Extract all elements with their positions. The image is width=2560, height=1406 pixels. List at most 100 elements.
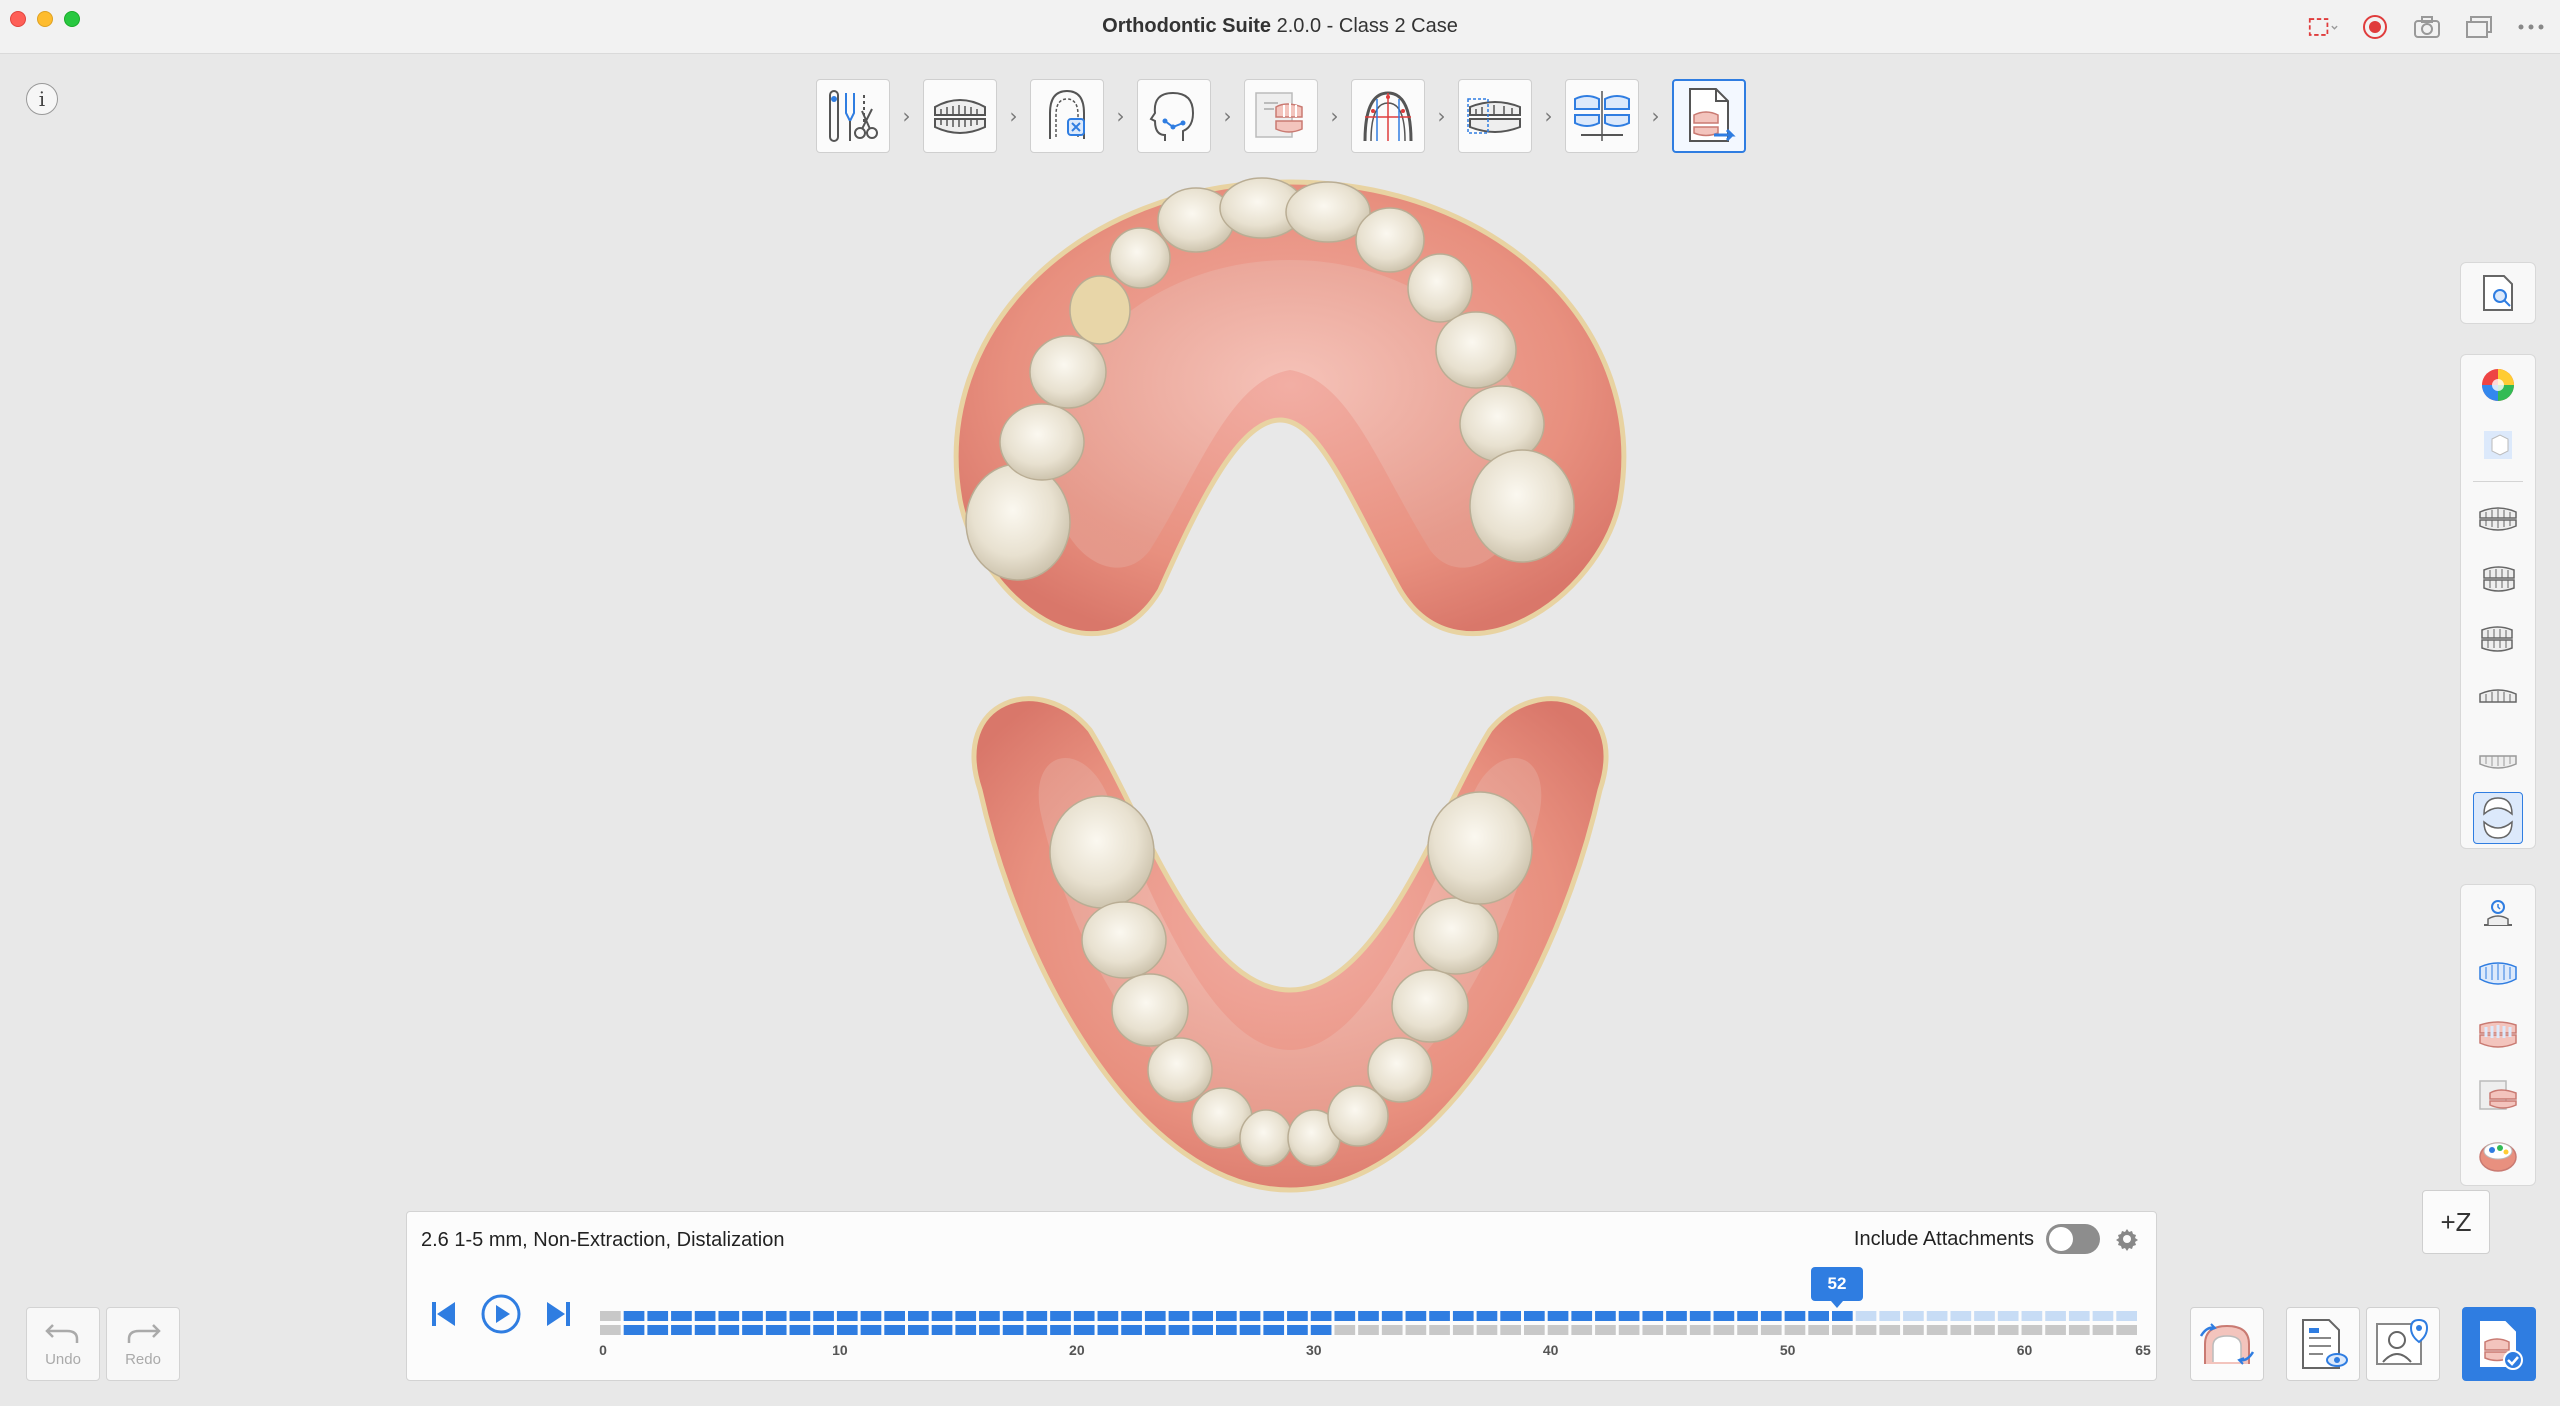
upper-stage-segment[interactable] (2045, 1311, 2066, 1321)
upper-stage-segment[interactable] (1358, 1311, 1379, 1321)
upper-stage-segment[interactable] (955, 1311, 977, 1321)
cube-view-button[interactable] (2473, 419, 2523, 471)
upper-stage-segment[interactable] (1997, 1311, 2019, 1321)
upper-stage-segment[interactable] (1879, 1311, 1901, 1321)
upper-stage-segment[interactable] (1713, 1311, 1735, 1321)
upper-stage-segment[interactable] (1144, 1311, 1166, 1321)
lower-stage-segment[interactable] (1642, 1325, 1664, 1335)
lower-stage-segment[interactable] (1524, 1325, 1545, 1335)
lower-stage-segment[interactable] (1784, 1325, 1806, 1335)
step-tooth-extraction[interactable] (1030, 79, 1104, 153)
lower-stage-segment[interactable] (1760, 1325, 1782, 1335)
lower-stage-segment[interactable] (2021, 1325, 2043, 1335)
upper-stage-segment[interactable] (1642, 1311, 1664, 1321)
upper-stage-segment[interactable] (1216, 1311, 1237, 1321)
step-comparison[interactable] (1565, 79, 1639, 153)
lower-stage-segment[interactable] (860, 1325, 882, 1335)
lower-stage-segment[interactable] (1500, 1325, 1521, 1335)
lower-stage-segment[interactable] (1026, 1325, 1048, 1335)
document-search-button[interactable] (2473, 267, 2523, 319)
lower-stage-segment[interactable] (718, 1325, 740, 1335)
upper-arch-button[interactable] (2473, 949, 2523, 1001)
upper-stage-segment[interactable] (860, 1311, 882, 1321)
current-stage-indicator[interactable]: 52 (1811, 1267, 1863, 1308)
split-arch-view-button[interactable] (2473, 792, 2523, 844)
lower-stage-segment[interactable] (1903, 1325, 1924, 1335)
overlay-compare-button[interactable] (2473, 1069, 2523, 1121)
upper-stage-segment[interactable] (979, 1311, 1000, 1321)
upper-stage-segment[interactable] (1452, 1311, 1474, 1321)
lower-stage-segment[interactable] (1097, 1325, 1119, 1335)
upper-stage-segment[interactable] (1760, 1311, 1782, 1321)
upper-stage-segment[interactable] (1500, 1311, 1521, 1321)
fullscreen-capture-icon[interactable] (2308, 12, 2338, 42)
upper-stage-segment[interactable] (1476, 1311, 1498, 1321)
upper-stage-segment[interactable] (1287, 1311, 1308, 1321)
upper-stage-segment[interactable] (1547, 1311, 1569, 1321)
upper-stage-segment[interactable] (1381, 1311, 1403, 1321)
include-attachments-toggle[interactable] (2046, 1224, 2100, 1254)
bottom-view-button[interactable] (2473, 732, 2523, 784)
step-face-profile[interactable] (1137, 79, 1211, 153)
lower-stage-segment[interactable] (2068, 1325, 2090, 1335)
upper-stage-segment[interactable] (2116, 1311, 2137, 1321)
camera-icon[interactable] (2412, 12, 2442, 42)
lower-stage-segment[interactable] (1974, 1325, 1995, 1335)
lower-stage-segment[interactable] (1926, 1325, 1948, 1335)
upper-stage-segment[interactable] (1050, 1311, 1071, 1321)
upper-stage-segment[interactable] (1808, 1311, 1829, 1321)
upper-stage-segment[interactable] (813, 1311, 834, 1321)
lower-arch[interactable] (971, 696, 1609, 1193)
lower-stage-segment[interactable] (908, 1325, 929, 1335)
heatmap-button[interactable] (2473, 1129, 2523, 1181)
lower-stage-segment[interactable] (600, 1325, 621, 1335)
upper-stage-segment[interactable] (1073, 1311, 1095, 1321)
upper-stage-segment[interactable] (1524, 1311, 1545, 1321)
report-preview-button[interactable] (2286, 1307, 2360, 1381)
doctor-share-button[interactable] (2366, 1307, 2440, 1381)
lower-stage-segment[interactable] (623, 1325, 645, 1335)
lower-stage-segment[interactable] (1689, 1325, 1711, 1335)
upper-stage-segment[interactable] (1855, 1311, 1877, 1321)
upper-stage-segment[interactable] (1903, 1311, 1924, 1321)
lower-stage-segment[interactable] (931, 1325, 953, 1335)
lower-stage-segment[interactable] (1997, 1325, 2019, 1335)
upper-stage-segment[interactable] (623, 1311, 645, 1321)
lower-stage-segment[interactable] (1429, 1325, 1450, 1335)
lower-stage-segment[interactable] (1879, 1325, 1901, 1335)
upper-stage-segment[interactable] (2092, 1311, 2114, 1321)
lower-stage-segment[interactable] (1358, 1325, 1379, 1335)
upper-stage-segment[interactable] (1784, 1311, 1806, 1321)
upper-stage-segment[interactable] (1310, 1311, 1332, 1321)
play-button[interactable] (479, 1292, 523, 1336)
lower-stage-segment[interactable] (1381, 1325, 1403, 1335)
upper-stage-segment[interactable] (1595, 1311, 1616, 1321)
lower-stage-segment[interactable] (1808, 1325, 1829, 1335)
step-segmentation-tools[interactable] (816, 79, 890, 153)
upper-stage-segment[interactable] (1618, 1311, 1640, 1321)
upper-stage-segment[interactable] (1121, 1311, 1142, 1321)
lower-stage-segment[interactable] (1666, 1325, 1687, 1335)
upper-stage-segment[interactable] (1192, 1311, 1213, 1321)
lower-stage-segment[interactable] (1618, 1325, 1640, 1335)
upper-stage-segment[interactable] (931, 1311, 953, 1321)
timeline-settings-button[interactable] (2112, 1224, 2142, 1254)
attachment-tool-button[interactable] (2473, 889, 2523, 941)
upper-stage-segment[interactable] (836, 1311, 858, 1321)
upper-stage-segment[interactable] (1026, 1311, 1048, 1321)
upper-stage-segment[interactable] (2021, 1311, 2043, 1321)
upper-stage-segment[interactable] (1950, 1311, 1972, 1321)
lower-stage-segment[interactable] (1334, 1325, 1356, 1335)
upper-stage-segment[interactable] (1405, 1311, 1427, 1321)
info-button[interactable]: i (26, 83, 58, 115)
lower-stage-segment[interactable] (1950, 1325, 1972, 1335)
step-staging[interactable] (1458, 79, 1532, 153)
finish-export-button[interactable] (2462, 1307, 2536, 1381)
upper-stage-segment[interactable] (671, 1311, 692, 1321)
lower-stage-segment[interactable] (884, 1325, 905, 1335)
upper-stage-segment[interactable] (1334, 1311, 1356, 1321)
upper-stage-segment[interactable] (1571, 1311, 1593, 1321)
lower-stage-segment[interactable] (1452, 1325, 1474, 1335)
upper-stage-segment[interactable] (718, 1311, 740, 1321)
lower-stage-segment[interactable] (1737, 1325, 1758, 1335)
